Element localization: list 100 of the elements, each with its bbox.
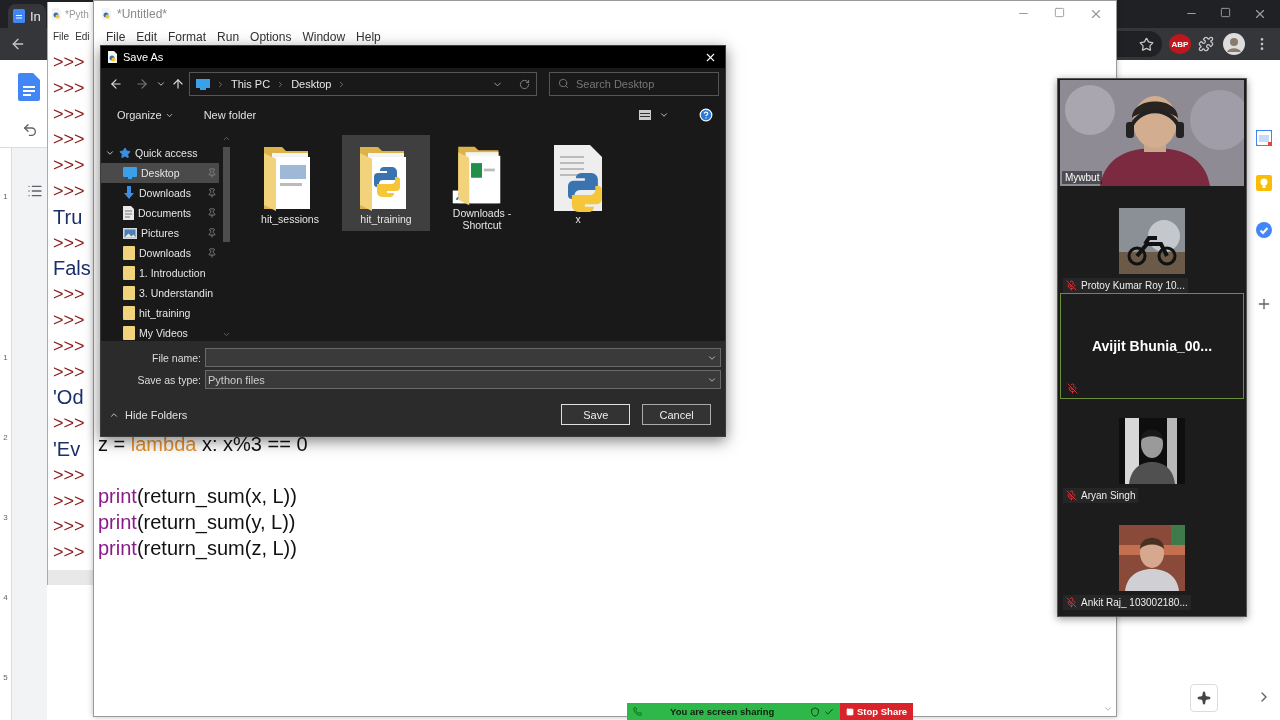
nav-item[interactable]: Quick access [101,143,219,163]
shell-prompt: >>> [53,51,86,74]
shell-output: Fals [53,256,92,282]
nav-item[interactable]: Documents [101,203,219,223]
participant-name: Avijit Bhunia_00... [1091,338,1213,354]
maximize-icon[interactable] [1054,7,1065,18]
close-icon[interactable] [1253,7,1267,21]
participant-tile[interactable]: Protoy Kumar Roy 10... [1060,186,1244,293]
new-folder-button[interactable]: New folder [201,109,259,121]
document-icon[interactable] [18,73,40,101]
nav-item[interactable]: hit_training [101,303,219,323]
file-name-field[interactable] [205,348,721,367]
nav-item[interactable]: Desktop [101,163,219,183]
scroll-up-icon[interactable] [221,134,231,143]
nav-item[interactable]: Downloads [101,183,219,203]
save-button[interactable]: Save [561,404,631,425]
shell-output: 'Ev [53,436,82,462]
shell-prompt: >>> [53,463,86,487]
organize-button[interactable]: Organize [115,109,176,121]
check-icon[interactable] [824,706,834,717]
back-icon[interactable] [109,77,123,91]
menu-item[interactable]: Edit [136,29,158,44]
address-bar[interactable]: This PC Desktop [189,72,537,96]
menu-item[interactable]: Edi [75,30,90,42]
shell-prompt: >>> [53,128,86,152]
video-tile[interactable]: Mywbut [1060,80,1244,186]
outline-icon[interactable] [27,183,43,199]
dropdown-icon[interactable] [156,79,166,89]
refresh-icon[interactable] [519,78,530,90]
extension-icon[interactable]: ABP [1169,34,1191,54]
chevron-icon[interactable] [105,148,115,158]
undo-icon[interactable] [22,122,38,138]
calendar-icon[interactable] [1255,130,1272,146]
view-icon[interactable] [639,110,651,120]
participant-name: Aryan Singh [1063,488,1139,503]
search-field[interactable]: Search Desktop [549,72,719,96]
menu-item[interactable]: File [106,29,126,44]
folder-icon [123,246,135,260]
participant-tile[interactable]: Ankit Raj_ 103002180... [1060,506,1244,613]
shell-prompt: >>> [53,283,86,307]
cancel-button[interactable]: Cancel [642,404,711,425]
menu-item[interactable]: Run [217,29,240,44]
participant-tile[interactable]: Avijit Bhunia_00... [1060,293,1244,399]
menu-item[interactable]: Options [250,29,292,44]
nav-item[interactable]: 3. Understandin [101,283,219,303]
browser-tab[interactable]: In [8,4,46,28]
task-check-icon[interactable] [1255,222,1272,238]
python-icon [107,51,118,63]
code-line: print(return_sum(y, L)) [98,510,296,535]
restore-icon[interactable] [1220,7,1231,18]
nav-item[interactable]: Downloads [101,243,219,263]
shell-prompt: >>> [53,231,86,255]
ruler-number: 4 [3,593,8,603]
menu-item[interactable]: Format [168,29,207,44]
scroll-down-icon[interactable] [221,330,231,339]
phone-icon [633,707,642,716]
nav-item[interactable]: 1. Introduction [101,263,219,283]
scroll-thumb[interactable] [222,147,230,242]
shell-output: Tru [53,204,84,230]
back-icon[interactable] [10,36,26,52]
muted-mic-icon [1066,597,1077,608]
participant-name: Protoy Kumar Roy 10... [1063,278,1188,293]
forward-icon[interactable] [135,77,149,91]
shell-output: 'Od [53,385,85,411]
muted-mic-icon [1066,280,1077,291]
file-type-select[interactable]: Python files [205,370,721,389]
participant-name: Mywbut [1062,171,1103,184]
menu-item[interactable]: Window [302,29,346,44]
dialog-title: Save As [123,51,164,63]
dropdown-icon[interactable] [659,110,669,120]
up-icon[interactable] [171,77,185,91]
icon-tile[interactable]: Downloads - Shortcut [438,135,526,231]
breadcrumb[interactable]: This PC [231,78,271,90]
participant-tile[interactable]: Aryan Singh [1060,399,1244,506]
icon-tile[interactable]: hit_sessions [246,135,334,231]
hide-folders-button[interactable]: Hide Folders [109,408,188,421]
menu-item[interactable]: File [53,30,70,42]
code-line: print(return_sum(z, L)) [98,536,297,561]
help-icon[interactable] [699,108,713,122]
nav-item[interactable]: Pictures [101,223,219,243]
icon-tile[interactable]: hit_training [342,135,430,231]
avatar-icon[interactable] [1223,33,1245,55]
muted-mic-icon [1067,383,1078,394]
window-title: *Untitled* [117,7,168,21]
ruler-number: 3 [3,513,8,523]
folder-icon [123,326,135,340]
nav-item[interactable]: My Videos [101,323,219,341]
puzzle-icon[interactable] [1198,36,1214,52]
stop-icon [846,707,854,716]
sharing-status: You are screen sharing [670,706,775,717]
icon-tile[interactable]: x [534,135,622,231]
breadcrumb[interactable]: Desktop [291,78,332,90]
star-icon [119,147,131,159]
menu-item[interactable]: Help [356,29,381,44]
stop-share-button[interactable]: Stop Share [840,703,913,720]
explore-button[interactable] [1190,684,1218,712]
shield-icon[interactable] [810,706,820,717]
document-icon [13,9,25,23]
folder-icon [123,266,135,280]
star-icon[interactable] [1139,36,1154,52]
